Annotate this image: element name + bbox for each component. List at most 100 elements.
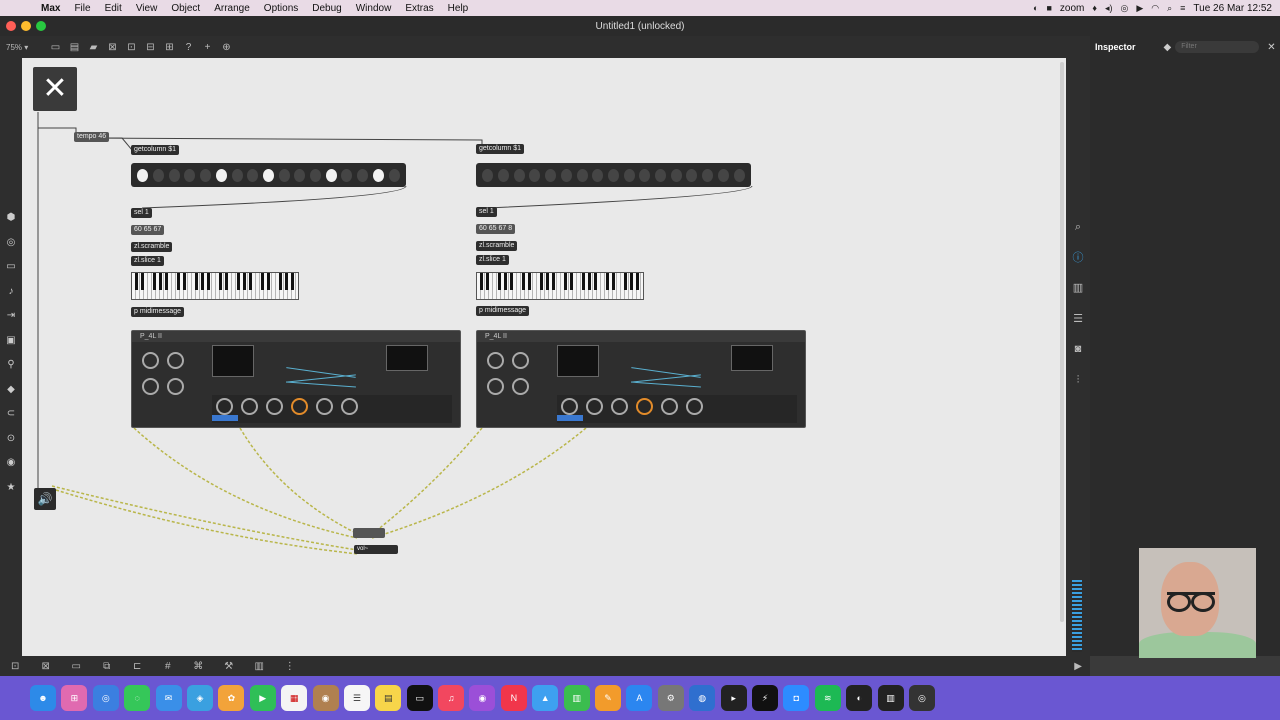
link-icon[interactable]: ⚲: [7, 353, 14, 378]
volume-icon[interactable]: ◂): [1105, 3, 1113, 14]
knob[interactable]: [611, 398, 628, 415]
toolbar-icon[interactable]: ⊟: [141, 42, 160, 53]
knob[interactable]: [241, 398, 258, 415]
knob[interactable]: [487, 378, 504, 395]
piano-icon[interactable]: ▥: [877, 685, 904, 711]
safari-icon[interactable]: ◎: [92, 685, 119, 711]
chat-icon[interactable]: ▭: [61, 661, 92, 672]
minimize-window-button[interactable]: [21, 21, 31, 31]
slice-object[interactable]: zl.slice 1: [131, 256, 164, 266]
mode-button[interactable]: [557, 415, 583, 421]
black-key[interactable]: [570, 273, 573, 290]
snapshot-icon[interactable]: ⊏: [122, 661, 153, 672]
sequencer-step[interactable]: [655, 168, 667, 182]
tempo-message[interactable]: tempo 46: [74, 132, 110, 142]
help-icon[interactable]: ?: [179, 42, 198, 53]
black-key[interactable]: [159, 273, 162, 290]
sequencer-step[interactable]: [294, 168, 306, 182]
status-icon[interactable]: ▶: [1136, 3, 1143, 14]
keyboard-slider[interactable]: [131, 272, 299, 300]
numbers-icon[interactable]: ▥: [563, 685, 590, 711]
black-key[interactable]: [207, 273, 210, 290]
package-icon[interactable]: ⬢: [7, 206, 16, 231]
midimessage-object[interactable]: p midimessage: [476, 306, 530, 316]
menu-edit[interactable]: Edit: [98, 3, 129, 14]
speaker-icon[interactable]: 🔊: [34, 488, 56, 510]
step-sequencer[interactable]: [476, 163, 751, 187]
black-key[interactable]: [630, 273, 633, 290]
knob[interactable]: [316, 398, 333, 415]
tv-icon[interactable]: ▭: [406, 685, 433, 711]
sel-object[interactable]: sel 1: [476, 207, 497, 217]
news-icon[interactable]: N: [500, 685, 527, 711]
sequencer-step[interactable]: [592, 168, 604, 182]
black-key[interactable]: [552, 273, 555, 290]
sequencer-step[interactable]: [388, 168, 400, 182]
sequencer-step[interactable]: [670, 168, 682, 182]
menu-view[interactable]: View: [129, 3, 165, 14]
help-icon[interactable]: ◉: [7, 451, 16, 476]
knob[interactable]: [167, 352, 184, 369]
knob[interactable]: [142, 352, 159, 369]
black-key[interactable]: [285, 273, 288, 290]
black-key[interactable]: [498, 273, 501, 290]
black-key[interactable]: [528, 273, 531, 290]
black-key[interactable]: [153, 273, 156, 290]
sequencer-step[interactable]: [325, 168, 337, 182]
menu-max[interactable]: Max: [34, 3, 67, 14]
toolbar-icon[interactable]: ⊠: [103, 42, 122, 53]
finder-icon[interactable]: ☻: [30, 685, 56, 711]
transport-icon[interactable]: ⌘: [183, 661, 214, 672]
keynote-icon[interactable]: ▲: [532, 685, 559, 711]
knob[interactable]: [636, 398, 653, 415]
sequencer-step[interactable]: [702, 168, 714, 182]
control-center-icon[interactable]: ≡: [1180, 3, 1185, 13]
mod-matrix[interactable]: [256, 344, 376, 394]
menu-extras[interactable]: Extras: [398, 3, 440, 14]
podcasts-icon[interactable]: ◉: [469, 685, 496, 711]
black-key[interactable]: [237, 273, 240, 290]
launchpad-icon[interactable]: ⊞: [61, 685, 88, 711]
facetime-icon[interactable]: ▶: [249, 685, 276, 711]
calendar-icon[interactable]: ▦: [281, 685, 308, 711]
sequencer-step[interactable]: [529, 168, 541, 182]
sequencer-step[interactable]: [576, 168, 588, 182]
sequencer-step[interactable]: [200, 168, 212, 182]
mode-button[interactable]: [212, 415, 238, 421]
mixer-icon[interactable]: ⋮: [275, 661, 306, 672]
pages-icon[interactable]: ✎: [595, 685, 622, 711]
toolbar-icon[interactable]: ▰: [84, 42, 103, 53]
snippet-icon[interactable]: ⇥: [7, 304, 15, 329]
sequencer-step[interactable]: [560, 168, 572, 182]
wrench-icon[interactable]: ⚒: [214, 661, 245, 672]
black-key[interactable]: [183, 273, 186, 290]
diamond-icon[interactable]: ◆: [1164, 42, 1172, 53]
grid-icon[interactable]: #: [153, 661, 184, 672]
knob[interactable]: [661, 398, 678, 415]
sequencer-step[interactable]: [498, 168, 510, 182]
close-icon[interactable]: ✕: [33, 67, 77, 111]
star-icon[interactable]: ★: [7, 476, 16, 501]
status-icon[interactable]: ◎: [1120, 3, 1128, 14]
contacts-icon[interactable]: ◉: [312, 685, 339, 711]
black-key[interactable]: [522, 273, 525, 290]
menu-debug[interactable]: Debug: [305, 3, 348, 14]
black-key[interactable]: [201, 273, 204, 290]
console-icon[interactable]: ⊂: [7, 402, 15, 427]
keyboard-slider[interactable]: [476, 272, 644, 300]
fullscreen-window-button[interactable]: [36, 21, 46, 31]
knob[interactable]: [167, 378, 184, 395]
scramble-object[interactable]: zl.scramble: [131, 242, 173, 252]
getcolumn-object[interactable]: getcolumn $1: [131, 145, 180, 155]
add-icon[interactable]: +: [198, 42, 217, 53]
black-key[interactable]: [165, 273, 168, 290]
notes-icon[interactable]: ▤: [375, 685, 402, 711]
object-icon[interactable]: ▭: [6, 255, 15, 280]
sequencer-step[interactable]: [215, 168, 227, 182]
knob[interactable]: [341, 398, 358, 415]
system-settings-icon[interactable]: ⚙: [657, 685, 684, 711]
black-key[interactable]: [606, 273, 609, 290]
sequencer-step[interactable]: [357, 168, 369, 182]
black-key[interactable]: [546, 273, 549, 290]
toolbar-icon[interactable]: ⊡: [122, 42, 141, 53]
